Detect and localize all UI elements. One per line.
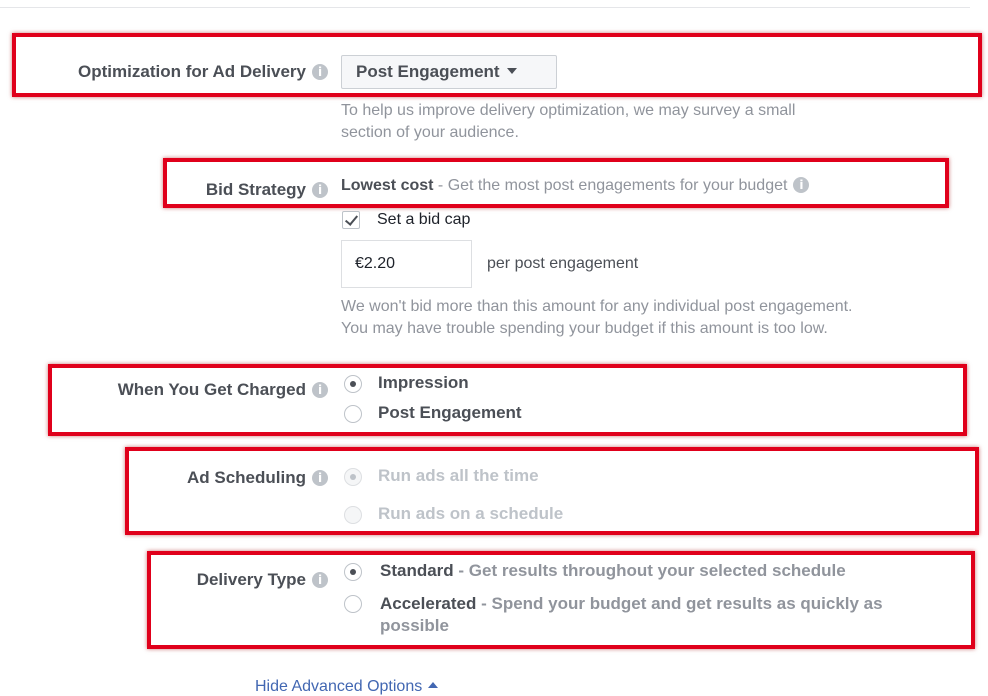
standard-name: Standard <box>380 561 454 580</box>
accelerated-name: Accelerated <box>380 594 477 613</box>
optimization-label-row: Optimization for Ad Delivery i <box>78 62 328 82</box>
per-unit-label: per post engagement <box>487 255 639 272</box>
bid-help-line1: We won't bid more than this amount for a… <box>341 298 853 315</box>
scheduling-label-row: Ad Scheduling i <box>187 468 328 488</box>
optimization-label: Optimization for Ad Delivery <box>78 62 306 81</box>
radio-impression[interactable] <box>344 375 362 393</box>
caret-down-icon <box>506 68 517 74</box>
radio-standard[interactable] <box>344 563 362 581</box>
radio-selected-dot <box>350 569 356 575</box>
bid-help-line2: You may have trouble spending your budge… <box>341 320 828 337</box>
info-icon[interactable]: i <box>793 177 810 193</box>
optimization-help: To help us improve delivery optimization… <box>341 100 795 144</box>
bid-help: We won't bid more than this amount for a… <box>341 296 853 340</box>
option-accelerated[interactable]: Accelerated - Spend your budget and get … <box>380 593 883 637</box>
hide-advanced-options-label: Hide Advanced Options <box>255 678 423 695</box>
bid-cap-label[interactable]: Set a bid cap <box>377 211 470 229</box>
optimization-help-line2: section of your audience. <box>341 124 519 141</box>
delivery-type-label-row: Delivery Type i <box>197 570 328 590</box>
charged-label: When You Get Charged <box>117 380 306 399</box>
option-standard[interactable]: Standard - Get results throughout your s… <box>380 561 846 581</box>
bid-amount-input[interactable]: €2.20 <box>341 240 472 288</box>
option-run-all-time[interactable]: Run ads all the time <box>378 466 539 486</box>
info-icon[interactable]: i <box>312 64 328 80</box>
bid-strategy-description: - Get the most post engagements for your… <box>433 177 788 194</box>
bid-strategy-value-row: Lowest cost - Get the most post engageme… <box>341 177 810 195</box>
scheduling-label: Ad Scheduling <box>187 468 306 487</box>
optimization-dropdown[interactable]: Post Engagement <box>341 55 557 89</box>
charged-label-row: When You Get Charged i <box>118 380 328 400</box>
option-impression[interactable]: Impression <box>378 373 469 393</box>
radio-post-engagement[interactable] <box>344 405 362 423</box>
highlight-charged <box>48 364 967 436</box>
bid-amount-value: €2.20 <box>355 255 396 272</box>
radio-selected-dot <box>350 474 356 480</box>
accelerated-description-cont: possible <box>380 616 449 635</box>
delivery-type-label: Delivery Type <box>196 570 306 589</box>
caret-up-icon <box>428 682 439 688</box>
optimization-help-line1: To help us improve delivery optimization… <box>341 102 796 119</box>
radio-run-all-time[interactable] <box>344 468 362 486</box>
option-post-engagement[interactable]: Post Engagement <box>378 403 522 423</box>
option-run-on-schedule[interactable]: Run ads on a schedule <box>378 504 563 524</box>
top-divider <box>0 7 970 8</box>
radio-accelerated[interactable] <box>344 595 362 613</box>
bid-cap-checkbox[interactable] <box>342 211 360 229</box>
bid-strategy-label-row: Bid Strategy i <box>206 180 328 200</box>
standard-description: - Get results throughout your selected s… <box>453 561 846 580</box>
info-icon[interactable]: i <box>312 382 328 398</box>
info-icon[interactable]: i <box>312 182 328 198</box>
accelerated-description: - Spend your budget and get results as q… <box>476 594 883 613</box>
radio-selected-dot <box>350 381 356 387</box>
checkmark-icon <box>344 212 359 226</box>
hide-advanced-options-link[interactable]: Hide Advanced Options <box>255 678 439 696</box>
radio-run-on-schedule[interactable] <box>344 506 362 524</box>
bid-strategy-value: Lowest cost <box>341 177 434 194</box>
bid-strategy-label: Bid Strategy <box>205 180 306 199</box>
info-icon[interactable]: i <box>312 572 328 588</box>
optimization-selected: Post Engagement <box>356 62 500 81</box>
info-icon[interactable]: i <box>312 470 328 486</box>
